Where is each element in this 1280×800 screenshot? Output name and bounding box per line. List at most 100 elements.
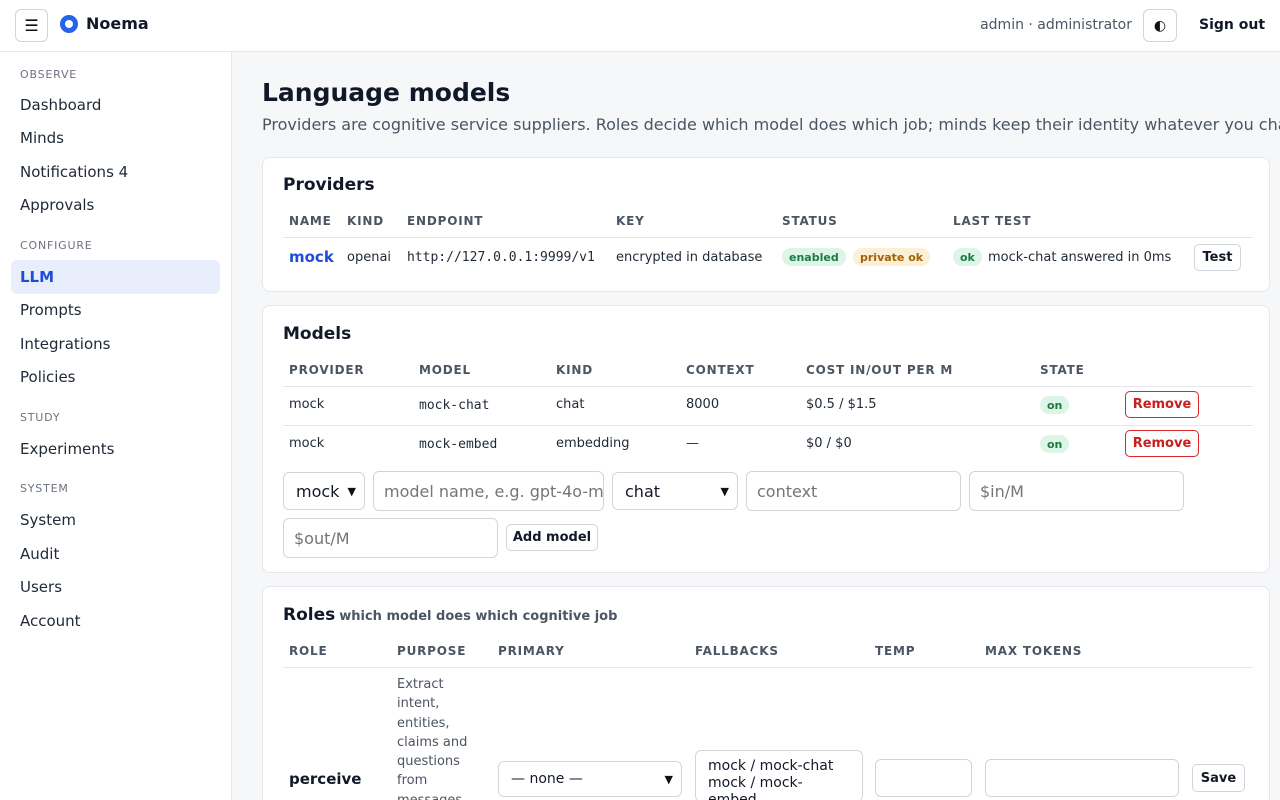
- temperature-input[interactable]: [875, 759, 972, 797]
- state-badge: on: [1040, 435, 1070, 453]
- nav-section-observe: OBSERVE: [20, 68, 78, 81]
- roles-title: Roles which model does which cognitive jo…: [283, 605, 617, 625]
- role-purpose-line: entities,: [397, 715, 450, 731]
- sidebar-item-system[interactable]: System: [11, 503, 220, 537]
- test-provider-button[interactable]: Test: [1194, 244, 1241, 271]
- fallbacks-multiselect[interactable]: mock / mock-chat mock / mock-embed: [695, 750, 863, 800]
- sidebar-item-dashboard[interactable]: Dashboard: [11, 88, 220, 122]
- provider-kind: openai: [347, 250, 392, 265]
- col-header: STATE: [1040, 363, 1085, 377]
- primary-model-select[interactable]: — none — ▼: [498, 761, 682, 797]
- roles-card: Roles which model does which cognitive jo…: [262, 586, 1270, 800]
- sidebar-item-notifications[interactable]: Notifications 4: [11, 155, 220, 189]
- col-header: NAME: [289, 214, 332, 228]
- role-purpose-line: claims and: [397, 734, 468, 750]
- status-badge: enabled: [782, 248, 846, 266]
- provider-select[interactable]: mock ▼: [283, 472, 365, 510]
- sidebar-item-policies[interactable]: Policies: [11, 360, 220, 394]
- col-header: ENDPOINT: [407, 214, 484, 228]
- current-user: admin · administrator: [980, 17, 1132, 33]
- remove-model-button[interactable]: Remove: [1125, 430, 1199, 457]
- kind-select-value: chat: [625, 481, 661, 501]
- chevron-down-icon: ▼: [347, 484, 356, 498]
- remove-model-button[interactable]: Remove: [1125, 391, 1199, 418]
- divider: [283, 386, 1253, 387]
- status-badge: private ok: [853, 248, 931, 266]
- sidebar-item-account[interactable]: Account: [11, 604, 220, 638]
- roles-title-text: Roles: [283, 605, 336, 625]
- role-purpose-line: from: [397, 773, 428, 789]
- divider: [283, 667, 1253, 668]
- test-status-badge: ok: [953, 248, 982, 266]
- sidebar-item-experiments[interactable]: Experiments: [11, 432, 220, 466]
- col-header: ROLE: [289, 644, 328, 658]
- provider-key: encrypted in database: [616, 250, 763, 265]
- sidebar-item-minds[interactable]: Minds: [11, 121, 220, 155]
- sidebar-item-approvals[interactable]: Approvals: [11, 188, 220, 222]
- sidebar-item-audit[interactable]: Audit: [11, 537, 220, 571]
- sidebar-item-users[interactable]: Users: [11, 570, 220, 604]
- sidebar-item-prompts[interactable]: Prompts: [11, 293, 220, 327]
- top-bar: ☰ Noema admin · administrator ◐ Sign out: [0, 0, 1280, 52]
- hamburger-icon[interactable]: ☰: [15, 9, 48, 42]
- role-purpose-line: intent,: [397, 696, 440, 712]
- roles-hint: which model does which cognitive job: [339, 609, 618, 624]
- col-header: CONTEXT: [686, 363, 755, 377]
- col-header: FALLBACKS: [695, 644, 779, 658]
- save-role-button[interactable]: Save: [1192, 764, 1245, 792]
- col-header: PROVIDER: [289, 363, 365, 377]
- sign-out-button[interactable]: Sign out: [1199, 17, 1265, 33]
- model-kind: embedding: [556, 436, 630, 451]
- col-header: STATUS: [782, 214, 838, 228]
- contrast-icon[interactable]: ◐: [1143, 9, 1177, 42]
- model-name: mock-chat: [419, 398, 490, 413]
- kind-select[interactable]: chat ▼: [612, 472, 738, 510]
- model-context: 8000: [686, 397, 720, 412]
- sidebar-item-integrations[interactable]: Integrations: [11, 327, 220, 361]
- page-subtitle: Providers are cognitive service supplier…: [262, 115, 1280, 134]
- model-provider: mock: [289, 436, 325, 451]
- fallback-option[interactable]: mock / mock-chat: [708, 758, 850, 775]
- nav-section-system: SYSTEM: [20, 482, 69, 495]
- cost-in-input[interactable]: [969, 471, 1184, 511]
- provider-name-link[interactable]: mock: [289, 248, 334, 266]
- main-content: Language models Providers are cognitive …: [232, 52, 1280, 800]
- state-badge: on: [1040, 396, 1070, 414]
- models-title: Models: [283, 324, 352, 344]
- last-test-result: mock-chat answered in 0ms: [988, 250, 1172, 265]
- providers-card: Providers NAME KIND ENDPOINT KEY STATUS …: [262, 157, 1270, 292]
- chevron-down-icon: ▼: [720, 484, 729, 498]
- max-tokens-input[interactable]: [985, 759, 1179, 797]
- col-header: KEY: [616, 214, 645, 228]
- sidebar-item-llm[interactable]: LLM: [11, 260, 220, 294]
- nav-section-configure: CONFIGURE: [20, 239, 93, 252]
- col-header: KIND: [347, 214, 384, 228]
- page-title: Language models: [262, 78, 511, 107]
- brand[interactable]: Noema: [60, 14, 149, 33]
- col-header: COST IN/OUT PER M: [806, 363, 954, 377]
- provider-endpoint: http://127.0.0.1:9999/v1: [407, 250, 595, 265]
- col-header: LAST TEST: [953, 214, 1032, 228]
- role-name: perceive: [289, 770, 362, 788]
- fallback-option[interactable]: mock / mock-embed: [708, 775, 850, 800]
- models-card: Models PROVIDER MODEL KIND CONTEXT COST …: [262, 305, 1270, 573]
- role-purpose: Extract intent, entities, claims and que…: [397, 675, 467, 800]
- chevron-down-icon: ▼: [664, 772, 673, 786]
- sidebar: OBSERVE Dashboard Minds Notifications 4 …: [0, 52, 232, 800]
- role-purpose-line: Extract: [397, 677, 444, 692]
- divider: [283, 425, 1253, 426]
- providers-title: Providers: [283, 175, 375, 195]
- divider: [283, 237, 1253, 238]
- col-header: TEMP: [875, 644, 916, 658]
- provider-select-value: mock: [296, 481, 340, 501]
- model-kind: chat: [556, 397, 585, 412]
- model-provider: mock: [289, 397, 325, 412]
- model-context: —: [686, 436, 699, 451]
- model-name-input[interactable]: [373, 471, 604, 511]
- cost-out-input[interactable]: [283, 518, 498, 558]
- context-input[interactable]: [746, 471, 961, 511]
- add-model-button[interactable]: Add model: [506, 524, 598, 551]
- col-header: MAX TOKENS: [985, 644, 1083, 658]
- role-purpose-line: messages: [397, 791, 467, 800]
- col-header: PRIMARY: [498, 644, 565, 658]
